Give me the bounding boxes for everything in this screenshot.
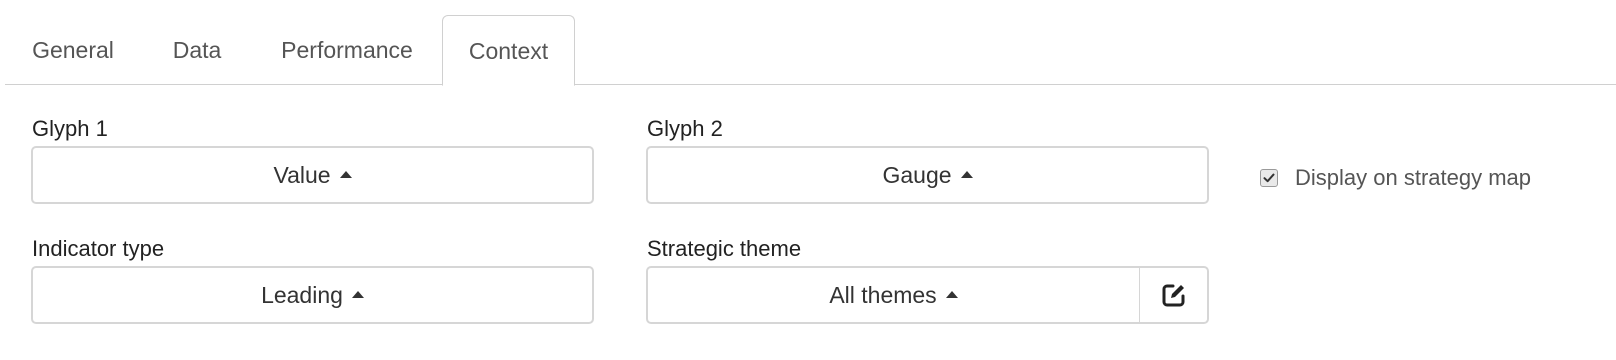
glyph2-value: Gauge [882, 161, 952, 188]
display-on-map-label[interactable]: Display on strategy map [1295, 165, 1531, 191]
glyph2-label: Glyph 2 [647, 116, 723, 141]
indicator-type-value: Leading [261, 281, 343, 308]
glyph1-dropdown[interactable]: Value [31, 146, 594, 204]
caret-up-icon [351, 290, 364, 298]
strategic-theme-edit-button[interactable] [1140, 266, 1209, 324]
display-on-map-row: Display on strategy map [1260, 165, 1531, 191]
tab-context[interactable]: Context [442, 15, 575, 86]
tab-general[interactable]: General [5, 15, 141, 85]
glyph1-label: Glyph 1 [32, 116, 108, 141]
indicator-type-dropdown[interactable]: Leading [31, 266, 594, 324]
glyph2-dropdown[interactable]: Gauge [646, 146, 1209, 204]
caret-up-icon [945, 290, 958, 298]
tab-data[interactable]: Data [141, 15, 253, 85]
edit-icon [1162, 284, 1184, 307]
tab-bar: General Data Performance Context [5, 15, 1616, 86]
strategic-theme-dropdown[interactable]: All themes [646, 266, 1141, 324]
display-on-map-checkbox[interactable] [1260, 169, 1278, 187]
checkmark-icon [1263, 173, 1275, 183]
strategic-theme-value: All themes [829, 281, 937, 308]
glyph1-value: Value [273, 161, 331, 188]
tab-performance[interactable]: Performance [253, 15, 441, 85]
indicator-type-label: Indicator type [32, 236, 165, 261]
caret-up-icon [339, 170, 352, 178]
strategic-theme-label: Strategic theme [647, 236, 802, 261]
caret-up-icon [960, 170, 973, 178]
